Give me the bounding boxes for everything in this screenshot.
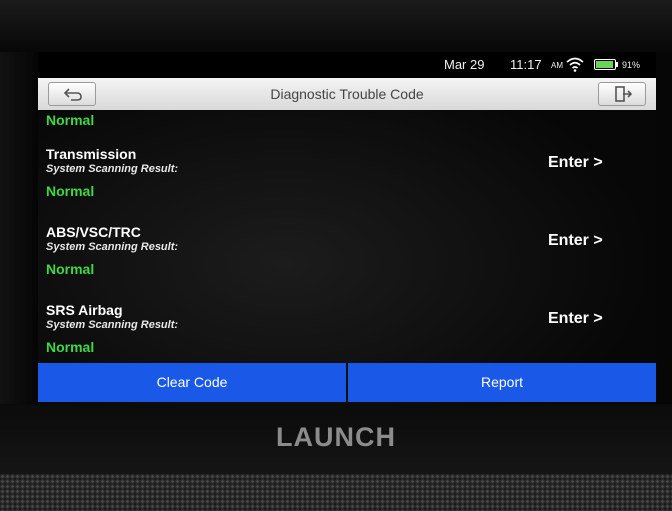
report-button[interactable]: Report — [348, 363, 656, 402]
scan-status: Normal — [46, 261, 95, 277]
battery-percent: 91% — [622, 60, 641, 70]
clear-code-button[interactable]: Clear Code — [38, 363, 346, 402]
status-ampm: AM — [551, 61, 563, 70]
device-screen: Mar 29 11:17 AM 91% Diagnostic Trouble C… — [38, 52, 656, 404]
scan-status: Normal — [46, 183, 95, 199]
status-bar: Mar 29 11:17 AM 91% — [38, 52, 656, 78]
scan-result-label: System Scanning Result: — [46, 319, 179, 331]
status-time: 11:17 — [510, 57, 542, 72]
device-bezel-left — [0, 52, 38, 412]
partial-status-normal: Normal — [46, 112, 95, 128]
action-bar: Clear Code Report — [38, 363, 656, 402]
device-bezel-top — [0, 0, 672, 52]
enter-button[interactable]: Enter > — [548, 232, 603, 250]
battery-icon — [594, 59, 616, 70]
system-list: Normal Transmission System Scanning Resu… — [38, 110, 656, 366]
title-bar: Diagnostic Trouble Code — [38, 78, 656, 110]
list-item[interactable]: Transmission System Scanning Result: Nor… — [38, 146, 656, 224]
scan-result-label: System Scanning Result: — [46, 163, 179, 175]
enter-button[interactable]: Enter > — [548, 310, 603, 328]
device-grip — [0, 474, 672, 511]
page-title: Diagnostic Trouble Code — [270, 86, 424, 102]
system-name: Transmission — [46, 146, 137, 162]
exit-button[interactable] — [598, 82, 646, 106]
enter-button[interactable]: Enter > — [548, 154, 603, 172]
wifi-icon — [566, 57, 584, 72]
scan-result-label: System Scanning Result: — [46, 241, 179, 253]
system-name: ABS/VSC/TRC — [46, 224, 141, 240]
brand-logo: LAUNCH — [276, 422, 396, 452]
device-bezel-bottom: LAUNCH — [0, 404, 672, 474]
list-item[interactable]: ABS/VSC/TRC System Scanning Result: Norm… — [38, 224, 656, 302]
exit-icon — [615, 86, 633, 102]
device-bezel-right — [656, 52, 672, 412]
system-name: SRS Airbag — [46, 302, 123, 318]
scan-status: Normal — [46, 339, 95, 355]
battery-nub — [616, 62, 618, 67]
status-date: Mar 29 — [444, 57, 485, 72]
